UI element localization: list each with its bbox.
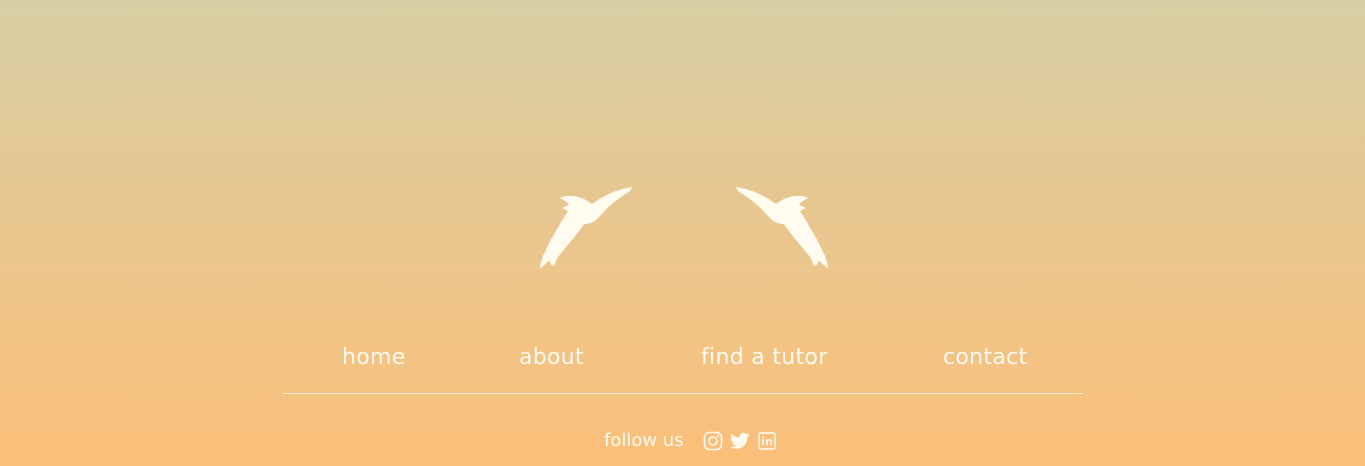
nav-link-contact[interactable]: contact [943, 342, 1027, 374]
nav-link-find-a-tutor[interactable]: find a tutor [701, 342, 828, 374]
follow-us-label: follow us [604, 430, 684, 451]
footer-nav: home about find a tutor contact [0, 336, 1365, 380]
nav-link-about[interactable]: about [519, 342, 584, 374]
footer-divider [283, 393, 1083, 394]
site-footer: home about find a tutor contact follow u… [0, 0, 1365, 466]
twitter-icon[interactable] [729, 430, 751, 452]
social-links: follow us [604, 428, 783, 454]
nav-link-home[interactable]: home [342, 342, 406, 374]
instagram-icon[interactable] [702, 430, 724, 452]
bird-right-icon [734, 186, 830, 270]
bird-left-icon [538, 186, 634, 270]
linkedin-icon[interactable] [756, 430, 778, 452]
